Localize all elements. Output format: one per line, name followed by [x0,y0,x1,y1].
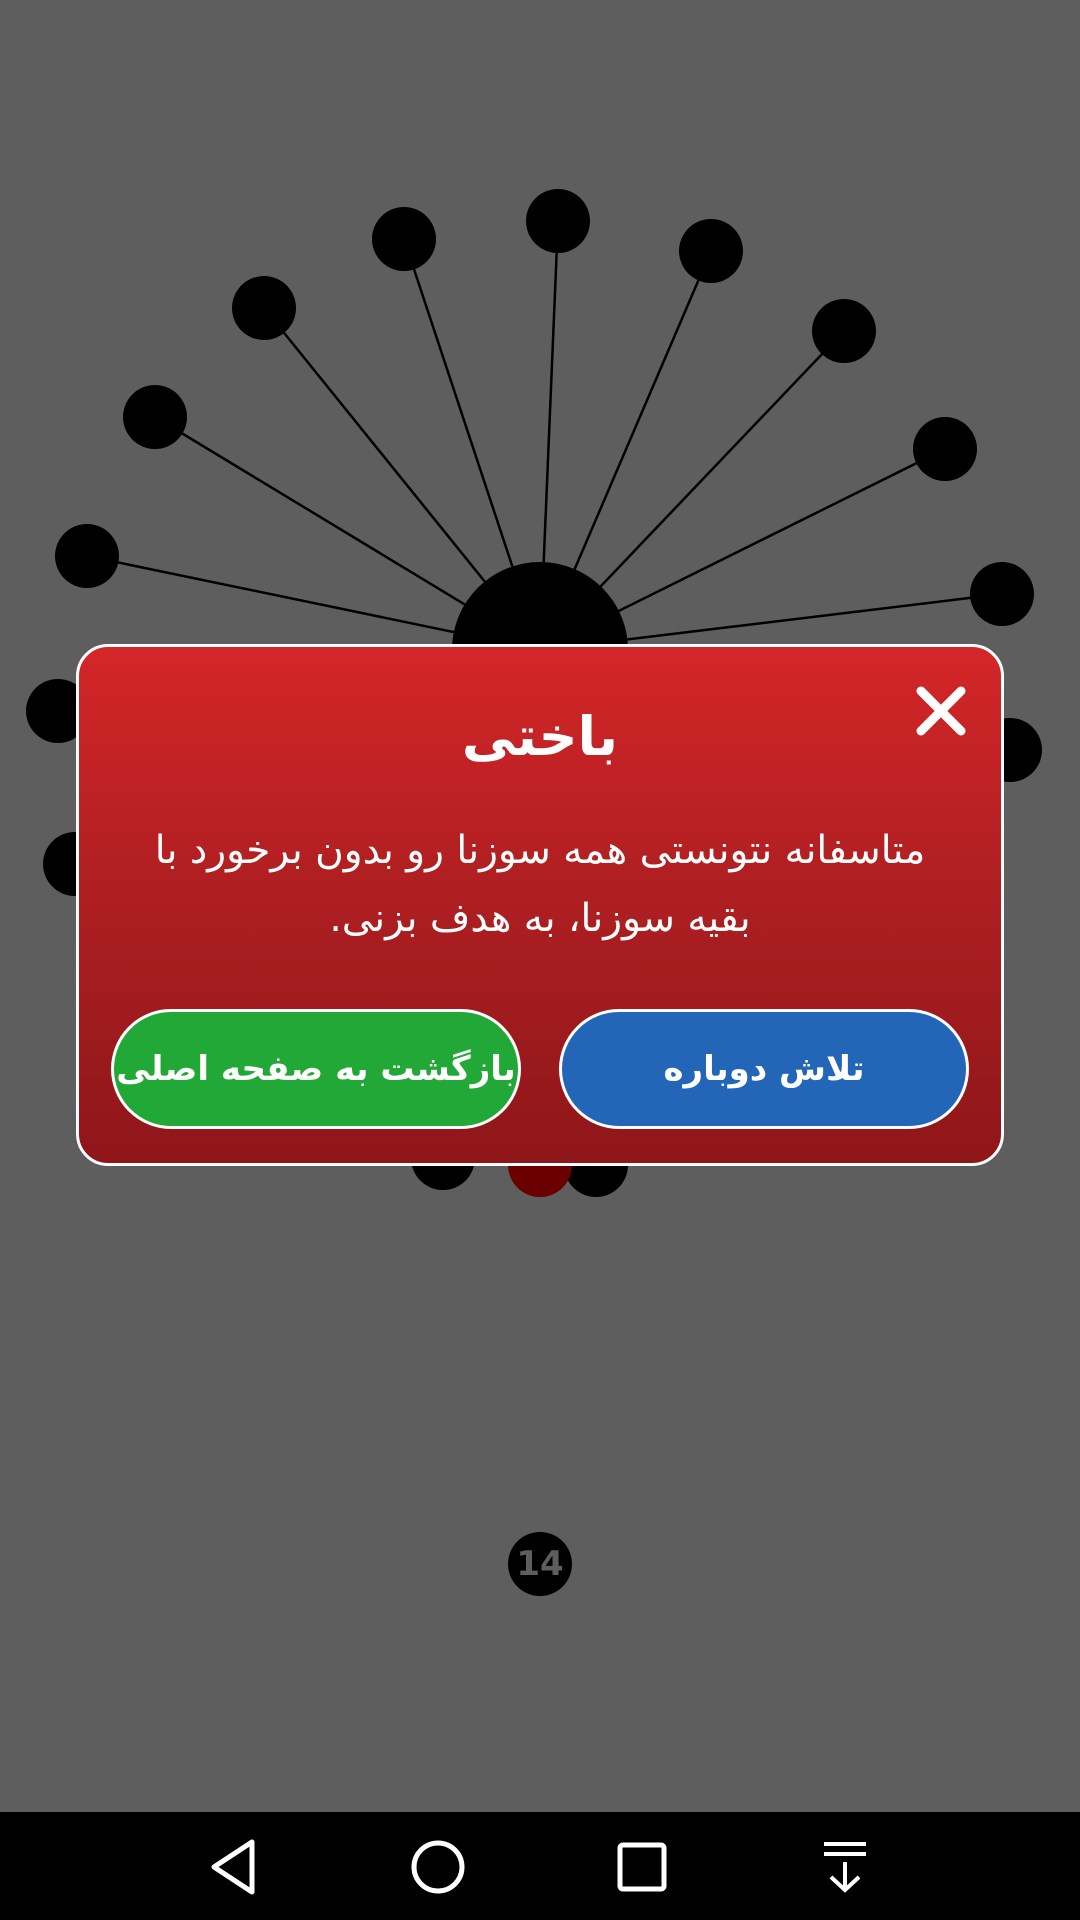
dialog-message: متاسفانه نتونستی همه سوزنا رو بدون برخور… [154,828,926,941]
recents-icon [617,1842,667,1892]
close-button[interactable] [911,681,971,741]
pin-head [679,219,743,283]
pin-head [970,562,1034,626]
nav-back-button[interactable] [200,1832,270,1902]
pin-head [55,524,119,588]
game-over-dialog: باختی متاسفانه نتونستی همه سوزنا رو بدون… [76,644,1004,1166]
pin-head [526,189,590,253]
notification-pull-icon [824,1842,866,1893]
pin-head [232,276,296,340]
remaining-pins-badge: 14 [508,1532,572,1596]
retry-button-label: تلاش دوباره [663,1049,865,1089]
pin-head [913,417,977,481]
back-icon [211,1839,255,1895]
back-to-home-button[interactable]: بازگشت به صفحه اصلی [111,1009,521,1129]
dialog-title: باختی [461,705,619,768]
nav-notification-button[interactable] [810,1832,880,1902]
retry-button[interactable]: تلاش دوباره [559,1009,969,1129]
home-button-label: بازگشت به صفحه اصلی [116,1049,516,1089]
nav-home-button[interactable] [403,1832,473,1902]
home-icon [411,1840,465,1894]
nav-recents-button[interactable] [607,1832,677,1902]
pin-head [372,207,436,271]
system-nav-bar [0,1812,1080,1920]
pin-head [123,385,187,449]
close-icon [916,686,966,736]
pin-head [812,299,876,363]
